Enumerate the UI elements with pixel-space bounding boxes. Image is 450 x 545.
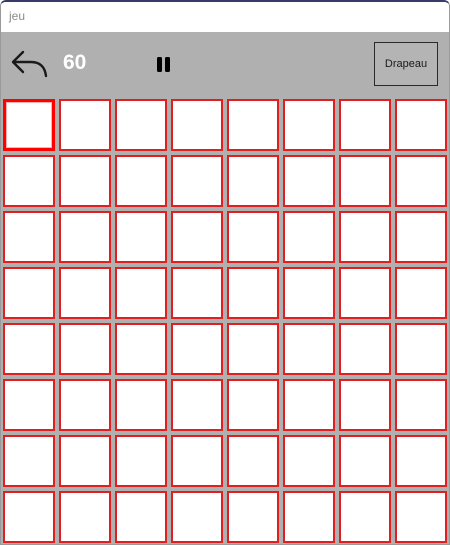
board-cell[interactable] [115,491,167,543]
board-cell[interactable] [227,155,279,207]
board-cell[interactable] [395,267,447,319]
game-area: 60 Drapeau [1,32,449,544]
board-cell[interactable] [395,211,447,263]
board-cell[interactable] [171,491,223,543]
board-cell[interactable] [395,155,447,207]
board-cell[interactable] [283,491,335,543]
board-cell[interactable] [395,491,447,543]
game-toolbar: 60 Drapeau [1,32,449,96]
board-cell[interactable] [171,99,223,151]
board-cell[interactable] [3,211,55,263]
board-cell[interactable] [59,435,111,487]
board-cell[interactable] [3,323,55,375]
board-cell[interactable] [3,435,55,487]
board-cell[interactable] [115,267,167,319]
board-cell[interactable] [339,155,391,207]
board-cell[interactable] [339,267,391,319]
board-cell[interactable] [339,211,391,263]
board-cell[interactable] [115,435,167,487]
board-cell[interactable] [283,211,335,263]
board-cell[interactable] [395,379,447,431]
board-cell[interactable] [115,323,167,375]
board-cell[interactable] [115,99,167,151]
pause-icon [157,57,170,72]
board-cell[interactable] [283,267,335,319]
board-cell[interactable] [171,379,223,431]
title-bar: jeu [1,2,449,32]
board-cell[interactable] [339,99,391,151]
game-window: jeu 60 Drapeau [0,0,450,545]
board-cell[interactable] [171,323,223,375]
board-cell[interactable] [395,435,447,487]
board-cell[interactable] [395,99,447,151]
board-cell[interactable] [283,155,335,207]
board-cell[interactable] [115,211,167,263]
timer-display: 60 [63,51,87,74]
window-title: jeu [9,9,26,23]
board-cell[interactable] [115,155,167,207]
board-cell[interactable] [3,379,55,431]
board-cell[interactable] [339,323,391,375]
flag-button[interactable]: Drapeau [374,42,438,86]
board-cell[interactable] [3,491,55,543]
board-cell[interactable] [115,379,167,431]
board-cell[interactable] [395,323,447,375]
board-cell[interactable] [3,267,55,319]
board-cell[interactable] [59,379,111,431]
board-cell[interactable] [227,99,279,151]
board-cell[interactable] [171,155,223,207]
board-cell[interactable] [227,491,279,543]
board-cell[interactable] [227,323,279,375]
board-cell[interactable] [59,267,111,319]
board-cell[interactable] [283,435,335,487]
board-cell[interactable] [283,379,335,431]
board-cell[interactable] [59,323,111,375]
board-cell[interactable] [339,379,391,431]
board-cell[interactable] [283,99,335,151]
board-cell[interactable] [227,379,279,431]
board-cell[interactable] [227,435,279,487]
board-cell[interactable] [171,267,223,319]
board-cell[interactable] [59,211,111,263]
pause-button[interactable] [151,52,177,78]
board-cell[interactable] [3,155,55,207]
board-cell[interactable] [339,435,391,487]
minesweeper-grid [3,99,449,544]
board-cell[interactable] [59,99,111,151]
board-cell[interactable] [227,267,279,319]
board-cell[interactable] [171,211,223,263]
board-cell[interactable] [339,491,391,543]
back-button[interactable] [9,46,53,82]
board-cell[interactable] [3,99,55,151]
undo-arrow-icon [11,50,48,78]
board-cell[interactable] [59,155,111,207]
board-cell[interactable] [283,323,335,375]
board-cell[interactable] [227,211,279,263]
board-cell[interactable] [59,491,111,543]
board-cell[interactable] [171,435,223,487]
